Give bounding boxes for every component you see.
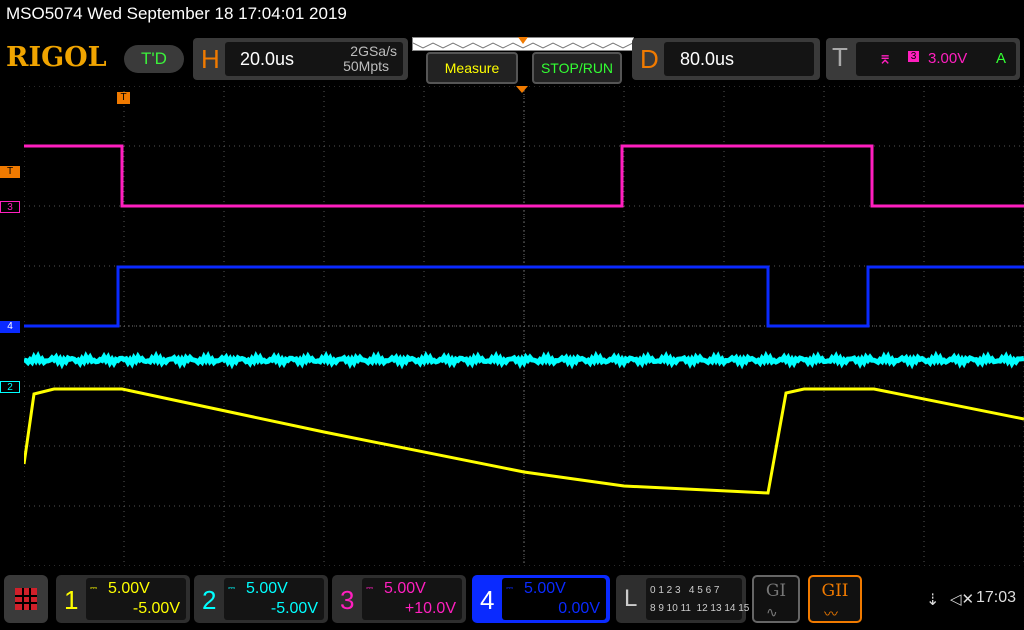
stop-run-label: STOP/RUN	[540, 60, 614, 76]
brand-logo: RIGOL	[6, 42, 107, 73]
stop-run-button[interactable]: STOP/RUN	[532, 52, 622, 84]
channel-1-box[interactable]: 1 ⎓ 5.00V -5.00V	[56, 575, 190, 623]
logic-analyzer-box[interactable]: L 0 1 2 3 4 5 6 7 8 9 10 11 12 13 14 15	[616, 575, 749, 623]
horizontal-label: H	[201, 44, 220, 74]
trigger-level-marker[interactable]: T	[0, 166, 20, 178]
channel-3-coupling-icon: ⎓	[366, 583, 374, 593]
channel-4-number: 4	[480, 585, 495, 615]
channel-2-coupling-icon: ⎓	[228, 583, 236, 593]
memory-position-icon	[518, 37, 528, 44]
logic-channels-row1: 0 1 2 3 4 5 6 7	[650, 585, 720, 596]
channel-2-number: 2	[202, 585, 217, 615]
trigger-level: 3.00V	[928, 50, 968, 67]
waveform-grid	[22, 85, 1024, 567]
generator-2-button[interactable]: GII 〰	[808, 575, 862, 623]
channel-4-readout: ⎓ 5.00V 0.00V	[502, 578, 606, 620]
ch2-trace	[23, 350, 1024, 370]
logic-readout: 0 1 2 3 4 5 6 7 8 9 10 11 12 13 14 15	[646, 578, 749, 620]
ch3-offset-marker[interactable]: 3	[0, 201, 20, 213]
waveform-display[interactable]	[22, 85, 1024, 567]
logic-channels-row2: 8 9 10 11 12 13 14 15	[650, 603, 750, 614]
window-title: MSO5074 Wed September 18 17:04:01 2019	[6, 4, 347, 23]
channel-1-scale: 5.00V	[108, 580, 150, 597]
timebase-value: 20.0us	[240, 49, 295, 69]
channel-3-box[interactable]: 3 ⎓ 5.00V +10.0V	[332, 575, 466, 623]
sample-rate: 2GSa/s	[350, 43, 397, 59]
clock-time: 17:03	[976, 589, 1017, 606]
channel-1-number: 1	[64, 585, 79, 615]
trigger-mode: A	[996, 50, 1007, 67]
channel-2-box[interactable]: 2 ⎓ 5.00V -5.00V	[194, 575, 328, 623]
generator-1-label: GI	[765, 581, 787, 601]
speaker-muted-icon[interactable]: ◁✕	[950, 590, 974, 608]
channel-1-readout: ⎓ 5.00V -5.00V	[86, 578, 186, 620]
trigger-status-indicator[interactable]: T'D	[124, 45, 184, 73]
horizontal-readout: 20.0us 2GSa/s 50Mpts	[225, 42, 403, 76]
trigger-readout: ⌆ 3 3.00V A	[856, 42, 1016, 76]
delay-value: 80.0us	[680, 49, 735, 69]
generator-1-button[interactable]: GI ∿	[752, 575, 800, 623]
channel-1-coupling-icon: ⎓	[90, 583, 98, 593]
trigger-source-icon: 3	[908, 51, 919, 62]
memory-depth: 50Mpts	[343, 58, 389, 74]
channel-3-readout: ⎓ 5.00V +10.0V	[362, 578, 462, 620]
grid-menu-icon	[15, 588, 37, 610]
channel-3-scale: 5.00V	[384, 580, 426, 597]
channel-2-scale: 5.00V	[246, 580, 288, 597]
channel-3-offset: +10.0V	[404, 600, 456, 617]
channel-4-box[interactable]: 4 ⎓ 5.00V 0.00V	[472, 575, 610, 623]
trigger-edge-icon: ⌆	[878, 49, 893, 68]
channel-4-offset: 0.00V	[558, 600, 600, 617]
channel-2-readout: ⎓ 5.00V -5.00V	[224, 578, 324, 620]
ch4-offset-marker[interactable]: 4	[0, 321, 20, 333]
delay-panel[interactable]: D 80.0us	[632, 38, 820, 80]
trigger-label: T	[832, 42, 848, 72]
usb-icon: ⇣	[926, 592, 940, 609]
trigger-position-marker[interactable]: T	[117, 92, 130, 104]
logic-label: L	[624, 585, 638, 612]
noise-wave-icon: 〰	[824, 606, 838, 622]
generator-2-label: GII	[821, 581, 849, 601]
delay-readout: 80.0us	[664, 42, 814, 76]
channel-3-number: 3	[340, 585, 355, 615]
app-menu-button[interactable]	[4, 575, 48, 623]
channel-4-coupling-icon: ⎓	[506, 583, 514, 593]
sine-wave-icon: ∿	[766, 604, 778, 620]
ch2-offset-marker[interactable]: 2	[0, 381, 20, 393]
measure-label: Measure	[444, 60, 500, 76]
channel-4-scale: 5.00V	[524, 580, 566, 597]
measure-button[interactable]: Measure	[426, 52, 518, 84]
trigger-panel[interactable]: T ⌆ 3 3.00V A	[826, 38, 1020, 80]
channel-2-offset: -5.00V	[270, 600, 318, 617]
center-marker-icon	[516, 86, 528, 93]
horizontal-panel[interactable]: H 20.0us 2GSa/s 50Mpts	[193, 38, 408, 80]
channel-1-offset: -5.00V	[132, 600, 180, 617]
delay-label: D	[640, 44, 659, 74]
